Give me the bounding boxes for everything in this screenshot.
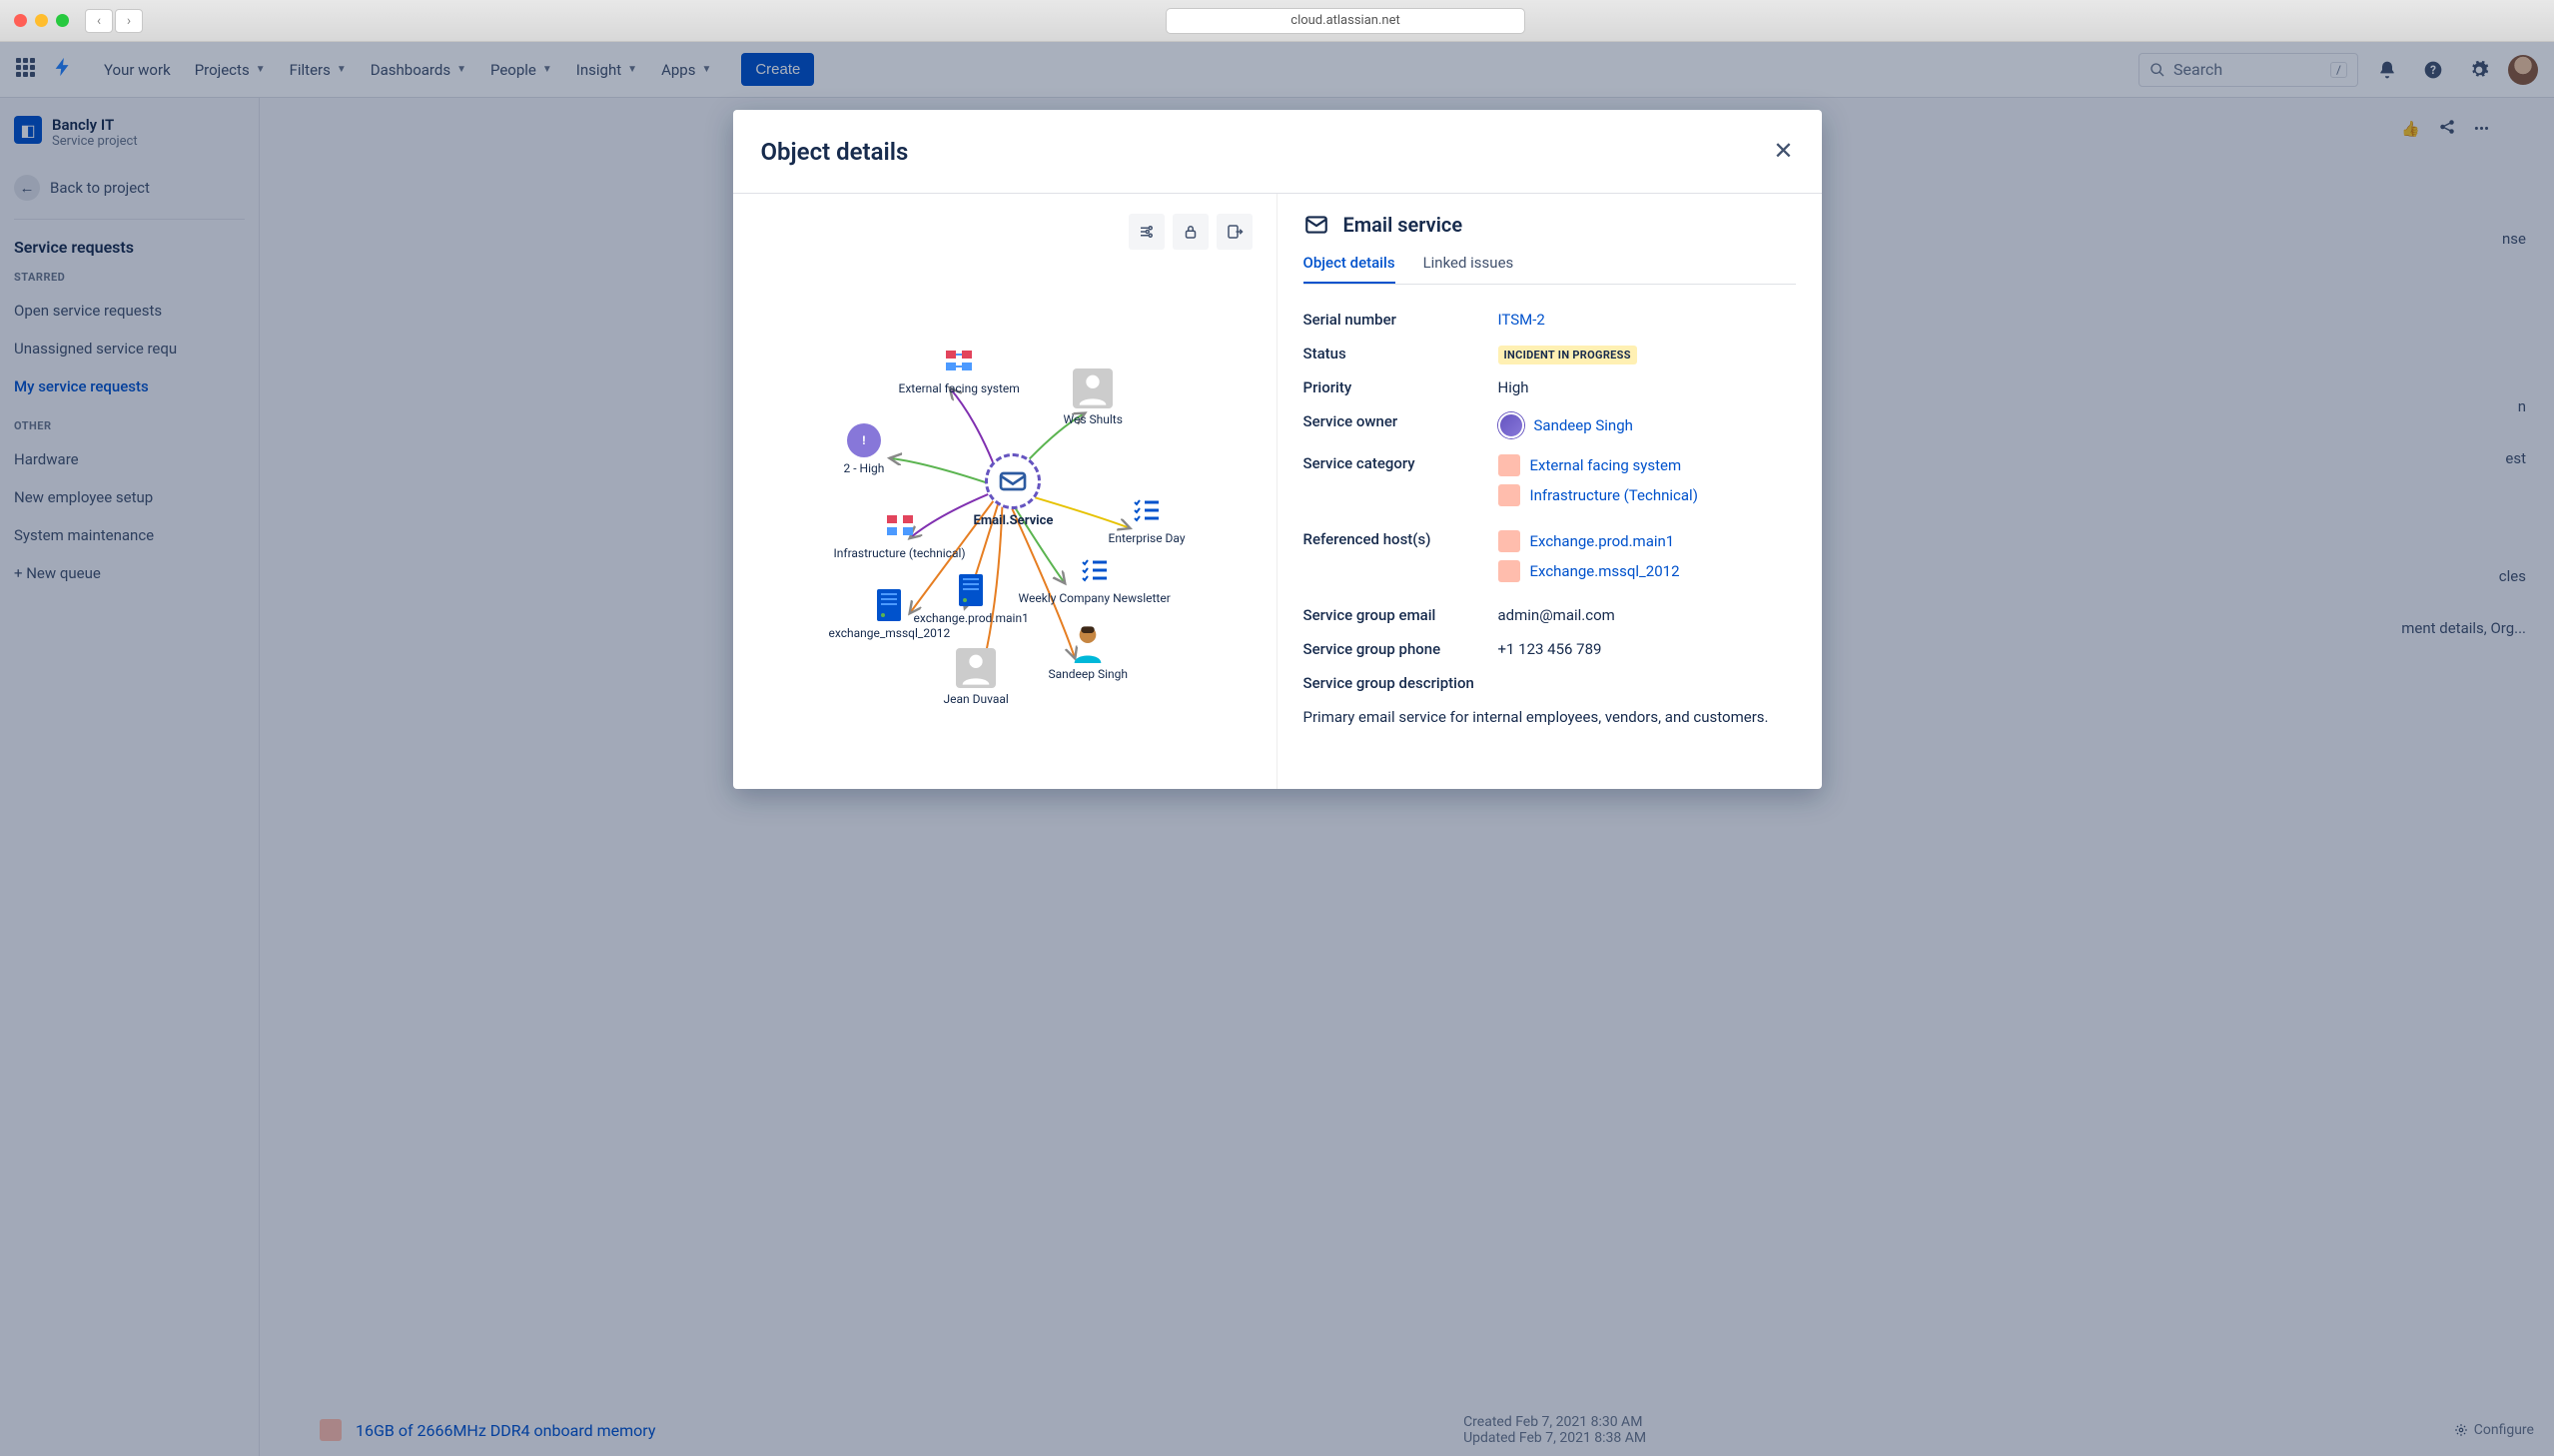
mail-icon (1303, 212, 1329, 238)
field-desc-value: Primary email service for internal emplo… (1303, 706, 1796, 729)
window-maximize-dot[interactable] (56, 14, 69, 27)
graph-node[interactable]: ! 2 - High (844, 423, 885, 475)
modal-title: Object details (761, 138, 909, 166)
field-label: Service category (1303, 454, 1498, 472)
graph-node-label: Enterprise Day (1109, 531, 1186, 545)
system-icon (883, 508, 917, 542)
graph-node[interactable]: exchange_mssql_2012 (829, 588, 951, 640)
object-title: Email service (1343, 213, 1463, 237)
field-owner: Service owner Sandeep Singh (1303, 404, 1796, 446)
browser-back-button[interactable]: ‹ (85, 9, 113, 33)
graph-node-label: 2 - High (844, 461, 885, 475)
field-desc-label: Service group description (1303, 666, 1796, 700)
owner-avatar (1498, 412, 1524, 438)
host-icon (1498, 560, 1520, 582)
field-label: Status (1303, 345, 1498, 363)
field-serial: Serial number ITSM-2 (1303, 303, 1796, 337)
field-label: Serial number (1303, 311, 1498, 329)
serial-link[interactable]: ITSM-2 (1498, 311, 1545, 329)
modal-close-button[interactable]: ✕ (1773, 137, 1793, 166)
field-phone: Service group phone +1 123 456 789 (1303, 632, 1796, 666)
graph-filter-button[interactable] (1129, 214, 1165, 250)
server-icon (954, 573, 988, 607)
status-badge: INCIDENT IN PROGRESS (1498, 346, 1637, 364)
field-label: Service group description (1303, 674, 1474, 692)
person-icon (956, 648, 996, 688)
mail-icon (997, 465, 1029, 497)
graph-node-label: Jean Duvaal (944, 692, 1009, 706)
graph-export-button[interactable] (1217, 214, 1253, 250)
graph-node[interactable]: External facing system (899, 344, 1020, 395)
graph-node-label: External facing system (899, 381, 1020, 395)
graph-node-label: Wes Shults (1064, 412, 1123, 426)
list-icon (1078, 553, 1112, 587)
graph-toolbar (749, 210, 1261, 254)
host-icon (1498, 530, 1520, 552)
field-value: admin@mail.com (1498, 606, 1796, 624)
modal-header: Object details ✕ (733, 110, 1822, 194)
graph-node[interactable]: Enterprise Day (1109, 493, 1186, 545)
host-link[interactable]: Exchange.prod.main1 (1530, 532, 1675, 550)
graph-center-node[interactable]: Email.Service (974, 453, 1054, 528)
graph-node[interactable]: Wes Shults (1064, 368, 1123, 426)
field-hosts: Referenced host(s) Exchange.prod.main1 E… (1303, 522, 1796, 598)
avatar-icon (1068, 623, 1108, 663)
modal-body: Email.Service External facing system Wes… (733, 194, 1822, 789)
host-link[interactable]: Exchange.mssql_2012 (1530, 562, 1680, 580)
graph-node-label: exchange_mssql_2012 (829, 626, 951, 640)
server-icon (872, 588, 906, 622)
graph-panel: Email.Service External facing system Wes… (733, 194, 1277, 789)
list-icon (1130, 493, 1164, 527)
field-email: Service group email admin@mail.com (1303, 598, 1796, 632)
graph-node-label: Sandeep Singh (1049, 667, 1129, 681)
owner-link[interactable]: Sandeep Singh (1534, 416, 1633, 434)
browser-forward-button[interactable]: › (115, 9, 143, 33)
tab-linked-issues[interactable]: Linked issues (1423, 254, 1514, 284)
field-label: Referenced host(s) (1303, 530, 1498, 548)
category-icon (1498, 484, 1520, 506)
window-titlebar: ‹ › cloud.atlassian.net (0, 0, 2554, 42)
graph-node[interactable]: Jean Duvaal (944, 648, 1009, 706)
system-icon (942, 344, 976, 377)
graph-node[interactable]: Weekly Company Newsletter (1019, 553, 1171, 605)
priority-icon: ! (847, 423, 881, 457)
field-category: Service category External facing system … (1303, 446, 1796, 522)
field-value: +1 123 456 789 (1498, 640, 1796, 658)
person-icon (1073, 368, 1113, 408)
details-panel: Email service Object details Linked issu… (1277, 194, 1822, 789)
category-link[interactable]: Infrastructure (Technical) (1530, 486, 1698, 504)
detail-tabs: Object details Linked issues (1303, 254, 1796, 285)
category-link[interactable]: External facing system (1530, 456, 1682, 474)
browser-url-bar[interactable]: cloud.atlassian.net (1166, 8, 1525, 34)
field-priority: Priority High (1303, 370, 1796, 404)
graph-center-label: Email.Service (974, 513, 1054, 528)
window-minimize-dot[interactable] (35, 14, 48, 27)
field-label: Service group email (1303, 606, 1498, 624)
field-label: Priority (1303, 378, 1498, 396)
object-title-row: Email service (1303, 212, 1796, 238)
graph-node[interactable]: Infrastructure (technical) (834, 508, 966, 560)
object-details-modal: Object details ✕ (733, 110, 1822, 789)
field-label: Service owner (1303, 412, 1498, 430)
field-value: High (1498, 378, 1796, 396)
graph-canvas[interactable]: Email.Service External facing system Wes… (749, 254, 1261, 773)
graph-node-label: Infrastructure (technical) (834, 546, 966, 560)
tab-object-details[interactable]: Object details (1303, 254, 1395, 284)
graph-node-label: Weekly Company Newsletter (1019, 591, 1171, 605)
graph-node[interactable]: Sandeep Singh (1049, 623, 1129, 681)
field-label: Service group phone (1303, 640, 1498, 658)
window-close-dot[interactable] (14, 14, 27, 27)
graph-lock-button[interactable] (1173, 214, 1209, 250)
field-status: Status INCIDENT IN PROGRESS (1303, 337, 1796, 370)
category-icon (1498, 454, 1520, 476)
